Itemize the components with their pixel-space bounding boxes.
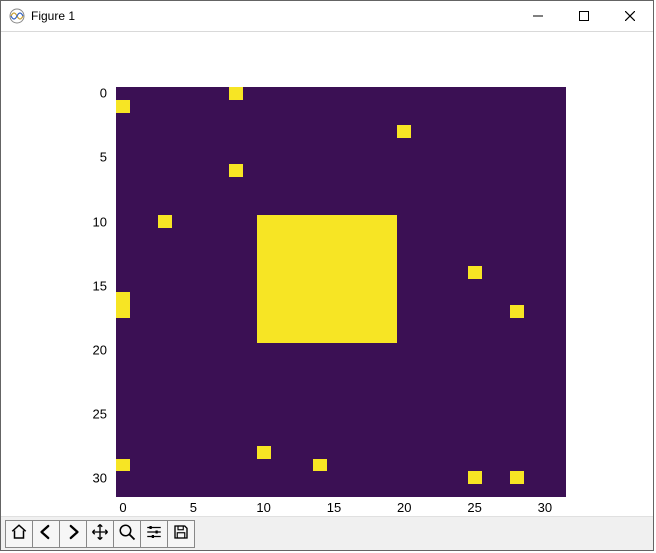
save-icon (172, 523, 190, 544)
magnifier-icon (118, 523, 136, 544)
y-tick-label: 25 (93, 406, 107, 421)
grid-cell (257, 446, 271, 459)
minimize-button[interactable] (515, 1, 561, 31)
titlebar: Figure 1 (1, 1, 653, 32)
forward-button[interactable] (59, 520, 87, 548)
y-tick-label: 15 (93, 278, 107, 293)
zoom-button[interactable] (113, 520, 141, 548)
arrow-left-icon (37, 523, 55, 544)
window-title: Figure 1 (31, 9, 75, 23)
x-tick-label: 5 (190, 500, 197, 515)
plot-axes (116, 87, 566, 497)
grid-cell (116, 292, 130, 305)
back-button[interactable] (32, 520, 60, 548)
close-button[interactable] (607, 1, 653, 31)
move-icon (91, 523, 109, 544)
figure-canvas[interactable]: 0 5 10 15 20 25 30 0 5 10 15 20 25 30 (1, 32, 653, 516)
grid-cell (397, 125, 411, 138)
x-tick-label: 25 (467, 500, 481, 515)
x-tick-label: 15 (327, 500, 341, 515)
grid-cell (116, 459, 130, 472)
grid-cell (468, 471, 482, 484)
x-tick-label: 10 (256, 500, 270, 515)
y-tick-label: 10 (93, 214, 107, 229)
grid-cell (468, 266, 482, 279)
configure-button[interactable] (140, 520, 168, 548)
grid-cell (510, 305, 524, 318)
y-tick-label: 30 (93, 470, 107, 485)
sliders-icon (145, 523, 163, 544)
grid-cell (257, 215, 398, 343)
y-tick-label: 5 (100, 150, 107, 165)
arrow-right-icon (64, 523, 82, 544)
grid-cell (229, 164, 243, 177)
grid-cell (116, 100, 130, 113)
y-tick-label: 0 (100, 86, 107, 101)
pan-button[interactable] (86, 520, 114, 548)
navigation-toolbar (1, 516, 653, 550)
home-icon (10, 523, 28, 544)
x-tick-label: 30 (538, 500, 552, 515)
app-icon (9, 8, 25, 24)
maximize-button[interactable] (561, 1, 607, 31)
grid-cell (158, 215, 172, 228)
grid-cell (116, 305, 130, 318)
home-button[interactable] (5, 520, 33, 548)
x-tick-label: 0 (119, 500, 126, 515)
y-tick-label: 20 (93, 342, 107, 357)
grid-cell (229, 87, 243, 100)
grid-cell (510, 471, 524, 484)
grid-cell (313, 459, 327, 472)
save-button[interactable] (167, 520, 195, 548)
figure-window: Figure 1 0 5 10 15 20 25 30 0 5 10 15 20 25 30 (0, 0, 654, 551)
x-tick-label: 20 (397, 500, 411, 515)
